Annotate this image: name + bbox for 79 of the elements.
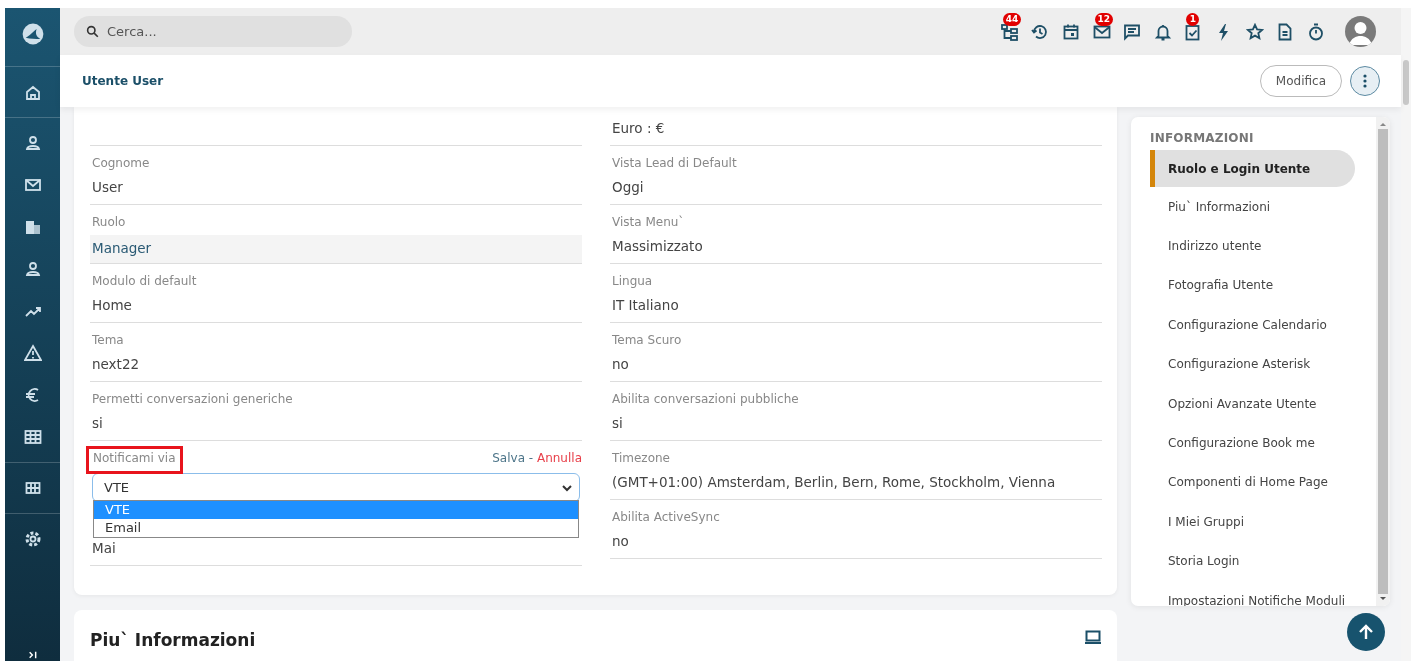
field-label: Lingua [612,273,653,290]
nav-item[interactable]: Configurazione Asterisk [1150,344,1355,384]
warning-icon[interactable] [23,344,42,362]
page-title: Utente User [82,73,164,90]
tree-icon[interactable] [1000,22,1019,41]
user-icon[interactable] [23,134,42,152]
field-label: Ruolo [92,214,126,231]
field-label: Abilita ActiveSync [612,509,720,526]
table-icon[interactable] [23,428,42,446]
field-value: (GMT+01:00) Amsterdam, Berlin, Bern, Rome, Stockholm, Vienna [611,473,1057,492]
field-value: si [611,414,624,433]
dropdown-option[interactable]: Email [94,519,578,537]
field-value: si [91,414,104,433]
grid-icon[interactable] [23,479,42,497]
field-label: Modulo di default [92,273,197,290]
field-value: no [611,532,630,551]
scrollbar[interactable] [1376,117,1390,606]
section-title: Piu` Informazioni [90,630,256,652]
field-value: Home [91,296,133,315]
field-label: Timezone [612,450,670,467]
more-button[interactable] [1350,66,1380,96]
logo-icon [21,23,44,45]
bell-icon[interactable] [1153,22,1172,41]
field-value: Mai [91,539,117,558]
user-icon[interactable] [23,260,42,278]
field-value: Euro : € [611,119,666,138]
settings-icon[interactable] [23,530,42,548]
field-value: User [91,178,124,197]
field-label: Tema [92,332,124,349]
panel-heading: INFORMAZIONI [1150,130,1255,147]
nav-item[interactable]: Storia Login [1150,541,1355,581]
field-label: Vista Lead di Default [612,155,737,172]
nav-item[interactable]: Ruolo e Login Utente [1150,150,1355,187]
page-scrollbar[interactable] [1401,8,1411,661]
save-link[interactable]: Salva [492,451,525,465]
nav-item[interactable]: Fotografia Utente [1150,265,1355,306]
field-label: Abilita conversazioni pubbliche [612,391,799,408]
count-badge: 1 [1186,12,1200,26]
field-value: Manager [90,235,582,263]
avatar[interactable] [1345,16,1376,47]
home-icon[interactable] [23,83,42,101]
nav-item[interactable]: Configurazione Calendario [1150,305,1355,345]
scroll-top-button[interactable] [1347,613,1385,651]
chat-icon[interactable] [1123,22,1142,41]
nav-item[interactable]: Opzioni Avanzate Utente [1150,383,1355,424]
field-value: Oggi [611,178,645,197]
kebab-icon [1363,74,1367,88]
calendar-icon[interactable] [1061,22,1080,41]
stopwatch-icon[interactable] [1306,22,1325,41]
field-value: next22 [91,355,141,374]
nav-item[interactable]: I Miei Gruppi [1150,502,1355,542]
field-label: Cognome [92,155,150,172]
nav-item[interactable]: Componenti di Home Page [1150,462,1355,503]
count-badge: 44 [1002,12,1022,26]
edit-button[interactable]: Modifica [1259,65,1342,97]
building-icon[interactable] [23,218,42,236]
search-field[interactable]: Cerca... [74,16,352,47]
scroll-up-icon[interactable] [1379,121,1387,127]
field-label: Permetti conversazioni generiche [92,391,293,408]
field-value: IT Italiano [611,296,680,315]
field-value: Massimizzato [611,237,704,256]
mail-icon[interactable] [23,176,42,194]
cancel-link[interactable]: Annulla [536,451,582,465]
count-badge: 12 [1094,12,1114,26]
field-label: Notificami via [89,449,180,471]
field-value: no [611,355,630,374]
monitor-icon[interactable] [1085,630,1101,644]
chevron-down-icon [561,483,573,492]
search-icon [86,25,99,38]
field-label: Tema Scuro [612,332,682,349]
nav-item[interactable]: Piu` Informazioni [1150,187,1355,227]
separator: - [527,451,535,465]
scroll-down-icon[interactable] [1379,596,1387,602]
select-field[interactable]: VTE [92,473,580,502]
field-label: Vista Menu` [612,214,685,231]
star-icon[interactable] [1245,22,1264,41]
nav-item[interactable]: Configurazione Book me [1150,423,1355,463]
nav-item[interactable]: Indirizzo utente [1150,226,1355,266]
history-icon[interactable] [1031,22,1050,41]
